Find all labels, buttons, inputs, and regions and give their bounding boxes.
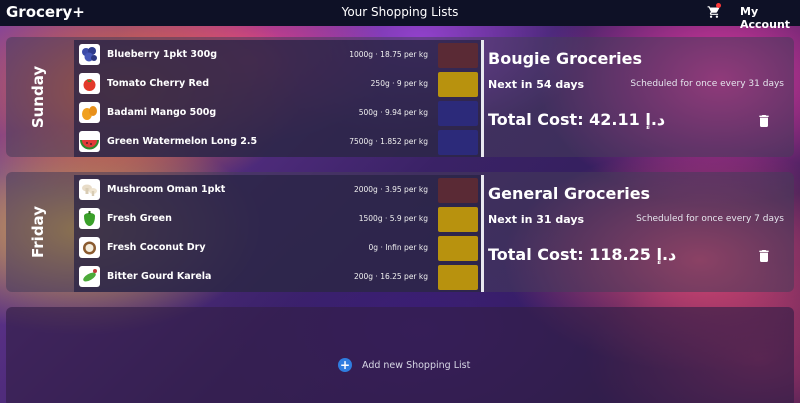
item-name: Fresh Green <box>107 213 172 224</box>
list-item[interactable]: Fresh Green 1500g · 5.9 per kg <box>74 205 478 233</box>
item-color-swatch[interactable] <box>438 101 478 126</box>
item-color-swatch[interactable] <box>438 130 478 155</box>
item-name: Green Watermelon Long 2.5 <box>107 136 258 147</box>
item-quantity: 1500g · 5.9 per kg <box>358 214 428 223</box>
list-item[interactable]: Bitter Gourd Karela 200g · 16.25 per kg <box>74 263 478 291</box>
add-shopping-list-button[interactable]: + Add new Shopping List <box>6 307 794 403</box>
page-title: Your Shopping Lists <box>341 5 459 19</box>
day-label-column: Friday <box>6 172 70 292</box>
item-color-swatch[interactable] <box>438 43 478 68</box>
day-label: Friday <box>28 205 47 259</box>
list-item[interactable]: Fresh Coconut Dry 0g · Infin per kg <box>74 234 478 262</box>
item-name: Bitter Gourd Karela <box>107 271 212 282</box>
item-quantity: 1000g · 18.75 per kg <box>349 50 428 59</box>
item-list: Blueberry 1pkt 300g 1000g · 18.75 per kg… <box>74 40 484 157</box>
item-name: Blueberry 1pkt 300g <box>107 49 218 60</box>
list-title[interactable]: Bougie Groceries <box>488 49 642 68</box>
list-info: Bougie Groceries Next in 54 days Schedul… <box>486 37 794 157</box>
schedule-text: Scheduled for once every 7 days <box>636 214 784 224</box>
day-label: Sunday <box>29 65 47 129</box>
add-list-label[interactable]: Add new Shopping List <box>362 360 470 371</box>
item-list: Mushroom Oman 1pkt 2000g · 3.95 per kg F… <box>74 175 484 292</box>
watermelon-icon <box>79 131 100 152</box>
total-cost: Total Cost: 42.11 د.إ <box>488 110 666 129</box>
next-occurrence: Next in 54 days <box>488 78 585 91</box>
list-info: General Groceries Next in 31 days Schedu… <box>486 172 794 292</box>
tomato-icon <box>79 73 100 94</box>
delete-icon[interactable] <box>756 113 772 129</box>
delete-icon[interactable] <box>756 248 772 264</box>
list-item[interactable]: Tomato Cherry Red 250g · 9 per kg <box>74 70 478 98</box>
mango-icon <box>79 102 100 123</box>
item-quantity: 200g · 16.25 per kg <box>353 272 428 281</box>
my-account-link[interactable]: My Account <box>740 5 800 31</box>
item-quantity: 250g · 9 per kg <box>370 79 428 88</box>
item-name: Mushroom Oman 1pkt <box>107 184 226 195</box>
item-name: Fresh Coconut Dry <box>107 242 206 253</box>
shopping-list-card[interactable]: Friday Mushroom Oman 1pkt 2000g · 3.95 p… <box>6 172 794 292</box>
item-color-swatch[interactable] <box>438 207 478 232</box>
bitter-gourd-icon <box>79 266 100 287</box>
list-item[interactable]: Badami Mango 500g 500g · 9.94 per kg <box>74 99 478 127</box>
item-color-swatch[interactable] <box>438 178 478 203</box>
coconut-icon <box>79 237 100 258</box>
list-item[interactable]: Green Watermelon Long 2.5 7500g · 1.852 … <box>74 128 478 156</box>
day-label-column: Sunday <box>6 37 70 157</box>
mushroom-icon <box>79 179 100 200</box>
item-quantity: 500g · 9.94 per kg <box>358 108 428 117</box>
shopping-list-card[interactable]: Sunday Blueberry 1pkt 300g 1000g · 18.75… <box>6 37 794 157</box>
item-quantity: 2000g · 3.95 per kg <box>353 185 428 194</box>
plus-icon[interactable]: + <box>338 358 352 372</box>
total-cost: Total Cost: 118.25 د.إ <box>488 245 677 264</box>
next-occurrence: Next in 31 days <box>488 213 585 226</box>
pepper-icon <box>79 208 100 229</box>
list-item[interactable]: Mushroom Oman 1pkt 2000g · 3.95 per kg <box>74 176 478 204</box>
item-name: Tomato Cherry Red <box>107 78 210 89</box>
schedule-text: Scheduled for once every 31 days <box>630 79 784 89</box>
item-name: Badami Mango 500g <box>107 107 217 118</box>
cart-notification-dot <box>716 3 721 8</box>
list-item[interactable]: Blueberry 1pkt 300g 1000g · 18.75 per kg <box>74 41 478 69</box>
item-color-swatch[interactable] <box>438 236 478 261</box>
item-color-swatch[interactable] <box>438 265 478 290</box>
top-bar: Grocery+ Your Shopping Lists My Account <box>0 0 800 31</box>
list-title[interactable]: General Groceries <box>488 184 650 203</box>
item-color-swatch[interactable] <box>438 72 478 97</box>
item-quantity: 0g · Infin per kg <box>368 243 428 252</box>
blueberry-icon <box>79 44 100 65</box>
item-quantity: 7500g · 1.852 per kg <box>349 137 428 146</box>
